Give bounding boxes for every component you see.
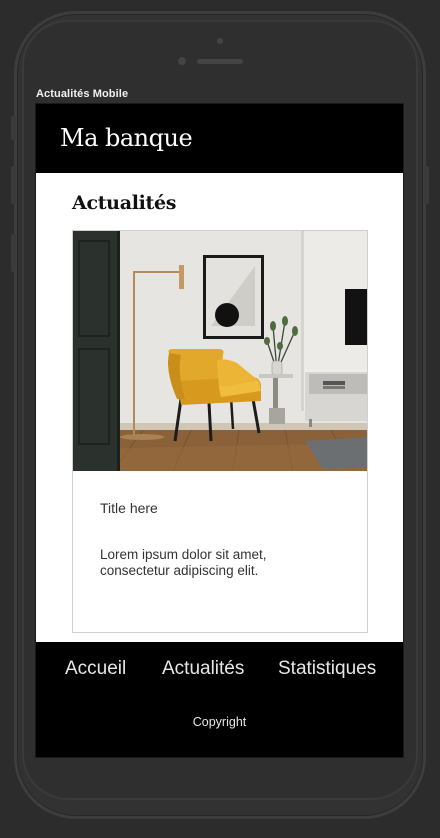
news-card-text: Lorem ipsum dolor sit amet, consectetur … [100, 547, 267, 578]
speaker-grille [197, 59, 243, 64]
phone-button-silent [11, 116, 16, 140]
phone-button-volume-up [11, 166, 16, 204]
phone-button-power [424, 166, 429, 204]
news-card[interactable]: Title here Lorem ipsum dolor sit amet, c… [72, 230, 368, 633]
app-screen: Ma banque Actualités Title here Lorem ip… [35, 103, 404, 758]
copyright-text: Copyright [192, 715, 247, 729]
frame-label: Actualités Mobile [36, 88, 129, 100]
nav-link-statistiques[interactable]: Statistiques [278, 658, 376, 680]
nav-link-actualites[interactable]: Actualités [162, 658, 244, 680]
nav-link-accueil[interactable]: Accueil [65, 658, 126, 680]
app-header: Ma banque [36, 104, 403, 173]
footer-nav: Accueil Actualités Statistiques [36, 658, 403, 684]
app-footer: Accueil Actualités Statistiques Copyrigh… [36, 642, 403, 757]
camera-icon [217, 38, 223, 44]
news-card-image [73, 231, 367, 471]
page-title: Actualités [72, 192, 177, 214]
news-card-title: Title here [100, 500, 158, 516]
app-title: Ma banque [60, 124, 193, 152]
sensor-icon [178, 57, 186, 65]
phone-button-volume-down [11, 234, 16, 272]
